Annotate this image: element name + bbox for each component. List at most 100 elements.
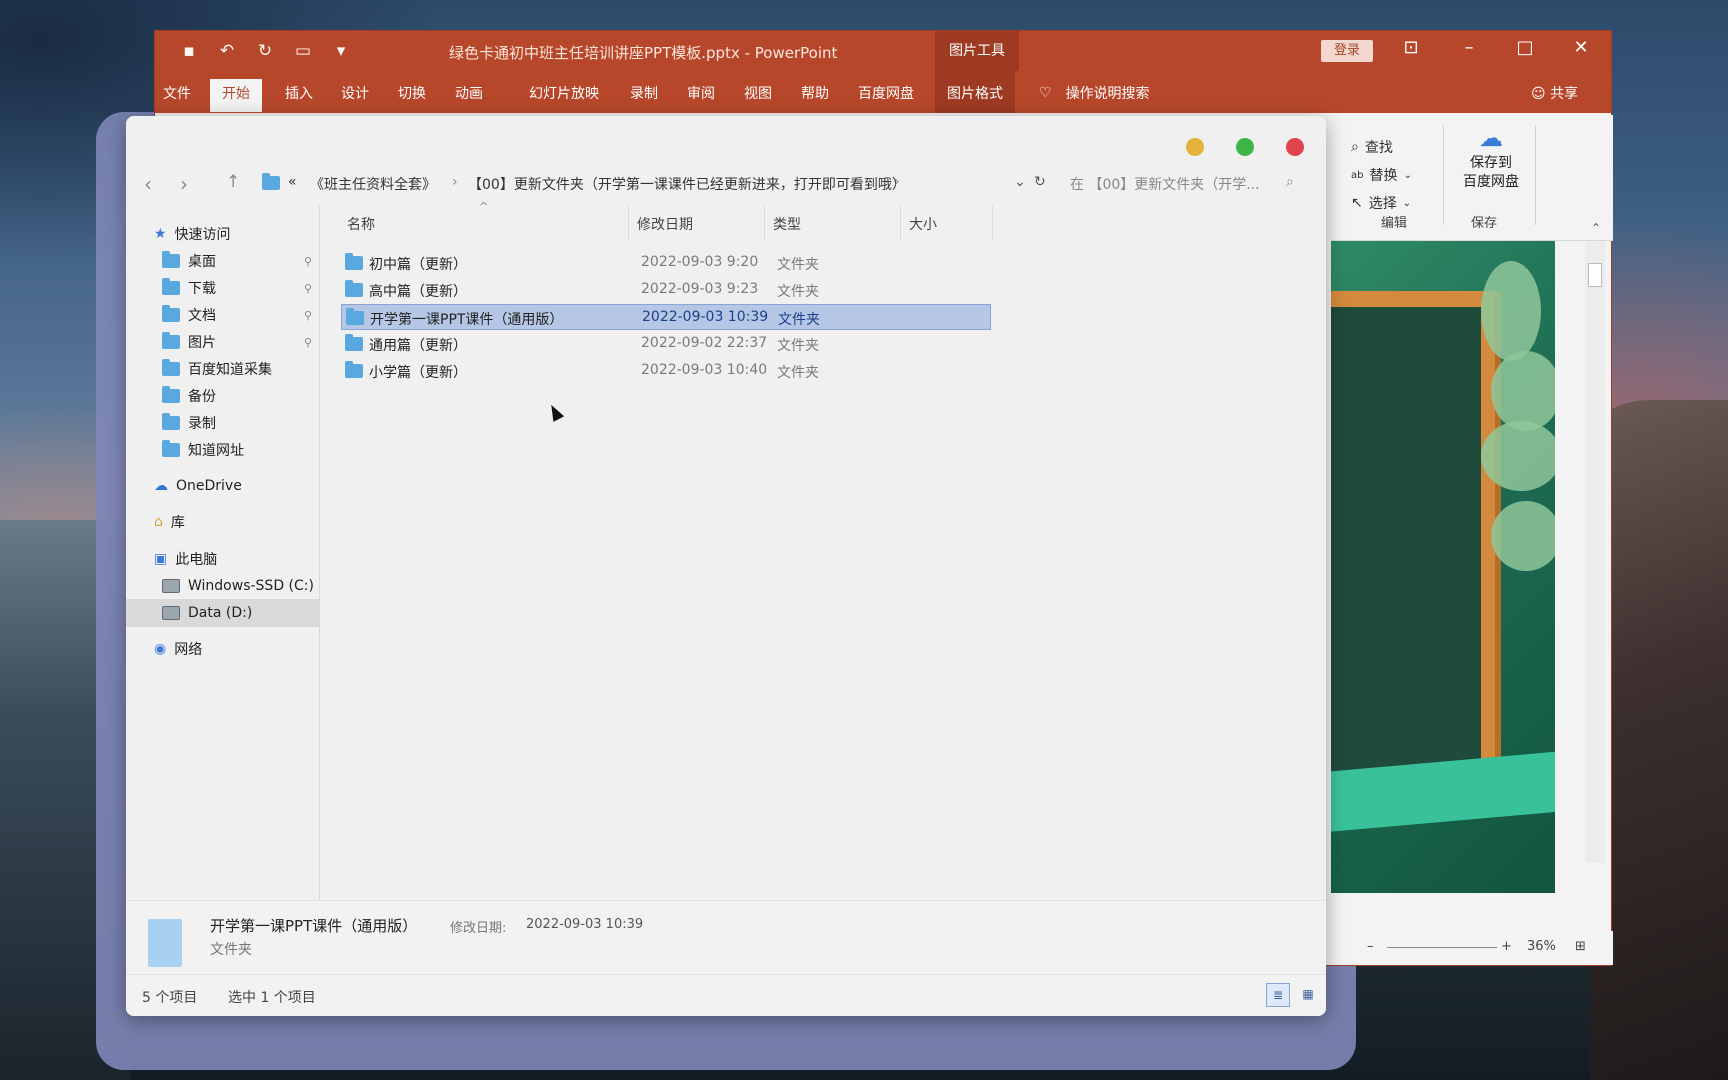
- sidebar-item-this-pc[interactable]: ▣ 此电脑: [126, 545, 320, 573]
- sidebar-item-pictures[interactable]: 图片 ⚲: [126, 328, 320, 356]
- tab-slideshow[interactable]: 幻灯片放映: [529, 83, 599, 103]
- find-button[interactable]: ⌕ 查找: [1351, 137, 1393, 157]
- maximize-icon[interactable]: □: [1511, 37, 1539, 58]
- table-row[interactable]: 初中篇（更新） 2022-09-03 9:20 文件夹: [341, 250, 991, 276]
- breadcrumb-item[interactable]: 《班主任资料全套》: [310, 174, 436, 194]
- sidebar-label: 录制: [188, 416, 216, 432]
- redo-icon[interactable]: ↻: [255, 41, 275, 61]
- pin-icon[interactable]: ⚲: [304, 336, 312, 349]
- details-view-icon[interactable]: ≣: [1266, 983, 1290, 1007]
- sidebar-item-onedrive[interactable]: ☁ OneDrive: [126, 472, 320, 500]
- sidebar-item-quick-access[interactable]: ★ 快速访问: [126, 220, 320, 248]
- details-pane: 开学第一课PPT课件（通用版） 修改日期: 2022-09-03 10:39 文…: [126, 900, 1326, 974]
- sidebar-item-drive-d[interactable]: Data (D:): [126, 599, 320, 627]
- replace-button[interactable]: ab 替换 ⌄: [1351, 165, 1412, 185]
- zoom-in-icon[interactable]: +: [1501, 939, 1512, 954]
- table-row[interactable]: 高中篇（更新） 2022-09-03 9:23 文件夹: [341, 277, 991, 303]
- file-list: 名称 ^ 修改日期 类型 大小 初中篇（更新） 2022-09-03 9:20 …: [321, 200, 1326, 900]
- magnifier-icon: ⌕: [1351, 139, 1359, 155]
- tab-baidu-netdisk[interactable]: 百度网盘: [858, 83, 914, 103]
- column-header-name[interactable]: 名称 ^: [339, 200, 629, 240]
- column-header-size[interactable]: 大小: [901, 206, 993, 240]
- column-header-date[interactable]: 修改日期: [629, 206, 765, 240]
- slide-canvas[interactable]: [1331, 241, 1555, 893]
- login-button[interactable]: 登录: [1321, 40, 1373, 62]
- collapse-ribbon-icon[interactable]: ⌃: [1591, 221, 1601, 235]
- chevron-down-icon: ⌄: [1403, 169, 1412, 181]
- breadcrumb-overflow[interactable]: «: [288, 174, 297, 190]
- save-to-line1: 保存到: [1470, 155, 1512, 171]
- zoom-out-icon[interactable]: –: [1367, 939, 1374, 954]
- sidebar-item-downloads[interactable]: 下载 ⚲: [126, 274, 320, 302]
- large-icons-view-icon[interactable]: ▦: [1296, 983, 1320, 1007]
- back-icon[interactable]: ‹: [144, 172, 152, 196]
- zoom-level[interactable]: 36%: [1527, 939, 1556, 954]
- search-input[interactable]: 在 【00】更新文件夹（开学...: [1070, 174, 1260, 194]
- zoom-slider[interactable]: [1387, 947, 1497, 948]
- sidebar-item-desktop[interactable]: 桌面 ⚲: [126, 247, 320, 275]
- forward-icon[interactable]: ›: [180, 172, 188, 196]
- sidebar-item-zhidao-url[interactable]: 知道网址: [126, 436, 320, 464]
- address-dropdown-icon[interactable]: ⌄: [1014, 174, 1026, 190]
- tab-record[interactable]: 录制: [630, 83, 658, 103]
- tab-help[interactable]: 帮助: [801, 83, 829, 103]
- sidebar-item-network[interactable]: ◉ 网络: [126, 635, 320, 663]
- select-button[interactable]: ↖ 选择 ⌄: [1351, 193, 1411, 213]
- customize-qat-icon[interactable]: ▾: [331, 41, 351, 61]
- table-row[interactable]: 通用篇（更新） 2022-09-02 22:37 文件夹: [341, 331, 991, 357]
- tab-transitions[interactable]: 切换: [398, 83, 426, 103]
- sidebar-item-library[interactable]: ⌂ 库: [126, 508, 320, 536]
- share-button[interactable]: ☺ 共享: [1531, 83, 1578, 103]
- minimize-icon[interactable]: –: [1455, 37, 1483, 58]
- details-name: 开学第一课PPT课件（通用版）: [210, 917, 418, 935]
- ribbon-display-icon[interactable]: ⊡: [1397, 37, 1425, 58]
- tab-review[interactable]: 审阅: [687, 83, 715, 103]
- table-row[interactable]: 小学篇（更新） 2022-09-03 10:40 文件夹: [341, 358, 991, 384]
- pin-icon[interactable]: ⚲: [304, 255, 312, 268]
- sidebar-item-drive-c[interactable]: Windows-SSD (C:): [126, 572, 320, 600]
- breadcrumb-separator-icon[interactable]: ›: [452, 174, 458, 190]
- sidebar-item-baidu-collect[interactable]: 百度知道采集: [126, 355, 320, 383]
- tell-me-search[interactable]: ♡ 操作说明搜索: [1039, 83, 1150, 103]
- refresh-icon[interactable]: ↻: [1034, 174, 1046, 190]
- sidebar-item-documents[interactable]: 文档 ⚲: [126, 301, 320, 329]
- close-icon[interactable]: ✕: [1567, 37, 1595, 58]
- undo-icon[interactable]: ↶: [217, 41, 237, 61]
- breadcrumb-current[interactable]: 【00】更新文件夹（开学第一课课件已经更新进来，打开即可看到哦）: [468, 174, 906, 194]
- breadcrumb-separator-icon[interactable]: ›: [894, 174, 900, 190]
- scrollbar-thumb[interactable]: [1588, 263, 1602, 287]
- presentation-icon[interactable]: ▭: [293, 41, 313, 61]
- folder-icon: [162, 413, 180, 430]
- person-icon: ☺: [1531, 86, 1546, 102]
- tab-design[interactable]: 设计: [341, 83, 369, 103]
- tab-insert[interactable]: 插入: [285, 83, 313, 103]
- maximize-dot-icon[interactable]: [1236, 138, 1254, 156]
- select-label: 选择: [1368, 196, 1397, 212]
- slide-leaf: [1491, 501, 1555, 571]
- column-header-type[interactable]: 类型: [765, 206, 901, 240]
- minimize-dot-icon[interactable]: [1186, 138, 1204, 156]
- slide-leaf: [1481, 421, 1555, 491]
- search-icon[interactable]: ⌕: [1286, 174, 1294, 190]
- up-icon[interactable]: ↑: [226, 172, 240, 192]
- file-name: 通用篇（更新）: [369, 338, 467, 354]
- tab-picture-format[interactable]: 图片格式: [935, 71, 1015, 113]
- address-bar: ‹ › ↑ « 《班主任资料全套》 › 【00】更新文件夹（开学第一课课件已经更…: [126, 166, 1326, 202]
- slide-scrollbar[interactable]: [1585, 241, 1605, 863]
- pin-icon[interactable]: ⚲: [304, 309, 312, 322]
- pin-icon[interactable]: ⚲: [304, 282, 312, 295]
- tab-home[interactable]: 开始: [210, 79, 262, 112]
- sidebar-item-backup[interactable]: 备份: [126, 382, 320, 410]
- tab-animations[interactable]: 动画: [455, 83, 483, 103]
- save-to-baidu-button[interactable]: ☁ 保存到 百度网盘: [1453, 126, 1529, 192]
- sidebar-label: 图片: [188, 335, 216, 351]
- save-icon[interactable]: ▪: [179, 41, 199, 61]
- table-row-selected[interactable]: 开学第一课PPT课件（通用版） 2022-09-03 10:39 文件夹: [341, 304, 991, 330]
- sidebar-item-record[interactable]: 录制: [126, 409, 320, 437]
- chevron-down-icon: ⌄: [1402, 197, 1412, 209]
- tab-view[interactable]: 视图: [744, 83, 772, 103]
- close-dot-icon[interactable]: [1286, 138, 1304, 156]
- tab-file[interactable]: 文件: [163, 83, 191, 103]
- fit-slide-icon[interactable]: ⊞: [1575, 939, 1586, 954]
- file-type: 文件夹: [777, 284, 819, 300]
